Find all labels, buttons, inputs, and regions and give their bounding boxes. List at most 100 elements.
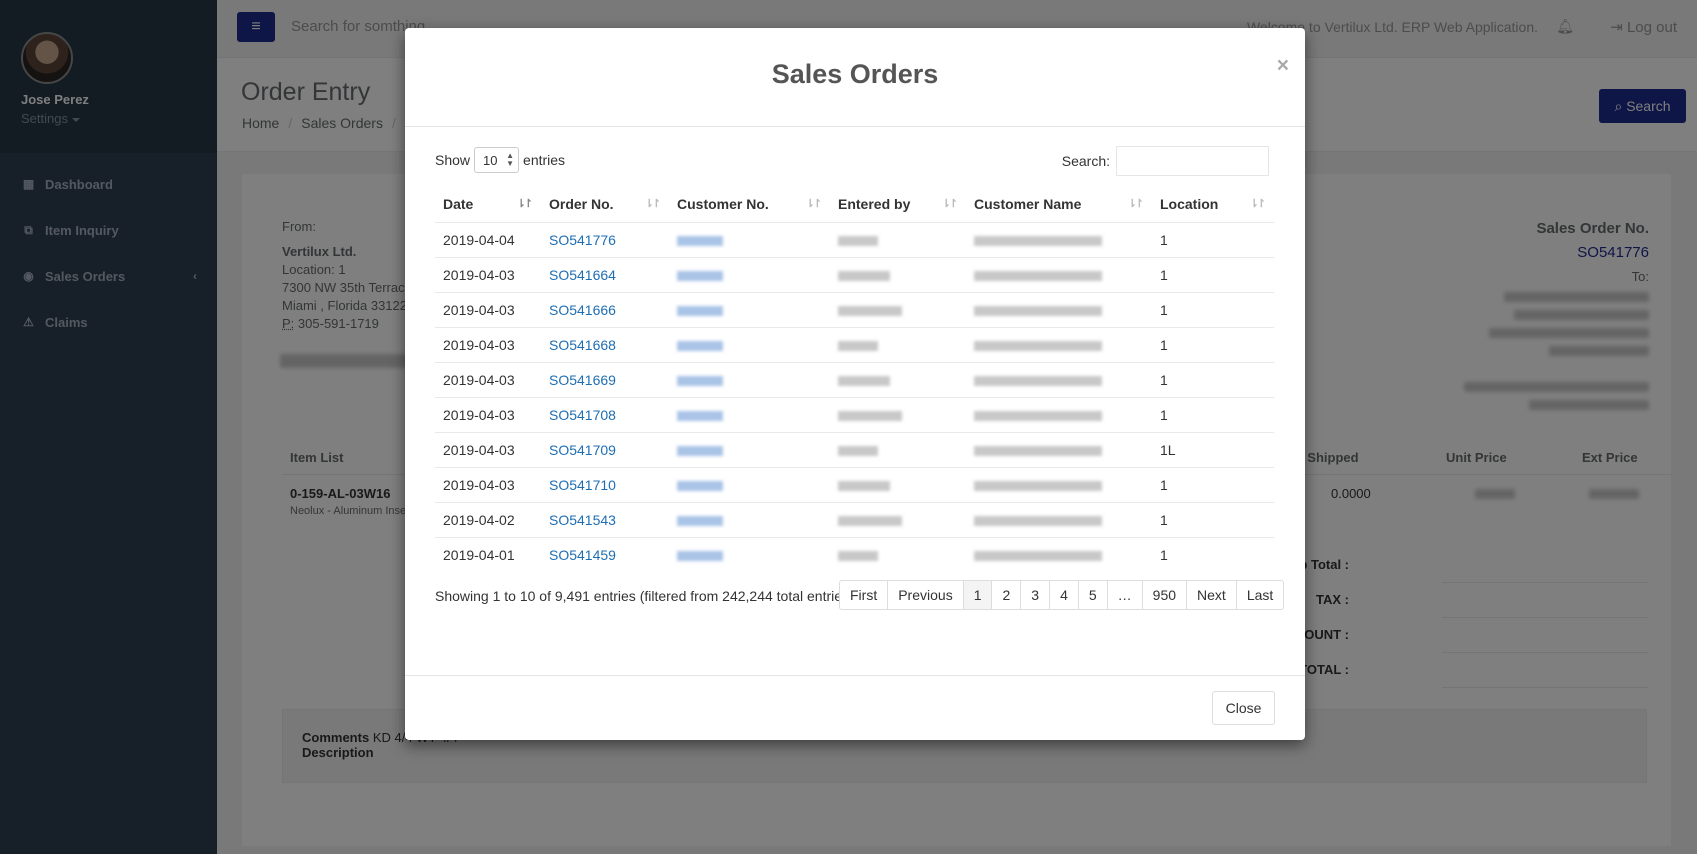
sort-icon: ⇂↾ (805, 198, 823, 210)
close-icon[interactable]: × (1277, 54, 1289, 78)
cell-customer-no (669, 536, 830, 572)
column-label: Customer Name (974, 196, 1082, 213)
cell-entered-by (830, 361, 966, 397)
cell-date: 2019-04-03 (435, 396, 541, 432)
cell-location: 1 (1152, 291, 1274, 327)
cell-customer-no (669, 291, 830, 327)
cell-order-no: SO541666 (541, 291, 669, 327)
sales-orders-table: Date ⇂↾ Order No. ⇂↾ Customer No. ⇂↾ Entere… (435, 187, 1274, 572)
page-button[interactable]: 1 (962, 580, 993, 610)
order-link[interactable]: SO541669 (549, 372, 616, 388)
column-label: Entered by (838, 196, 911, 213)
table-row[interactable]: 2019-04-03 SO541668 1 (435, 326, 1274, 362)
page-button[interactable]: Previous (887, 580, 964, 610)
column-label: Order No. (549, 196, 614, 213)
page-button[interactable]: 5 (1077, 580, 1108, 610)
table-row[interactable]: 2019-04-03 SO541669 1 (435, 361, 1274, 397)
cell-location: 1 (1152, 326, 1274, 362)
order-link[interactable]: SO541710 (549, 477, 616, 493)
redacted-entered-by (838, 410, 902, 421)
redacted-customer-name (974, 340, 1102, 351)
page-button[interactable]: Last (1235, 580, 1285, 610)
cell-order-no: SO541708 (541, 396, 669, 432)
cell-date: 2019-04-04 (435, 221, 541, 257)
modal-footer: Close (405, 675, 1305, 740)
column-label: Customer No. (677, 196, 769, 213)
redacted-customer-name (974, 551, 1102, 562)
show-label: Show (435, 152, 471, 168)
table-row[interactable]: 2019-04-02 SO541543 1 (435, 501, 1274, 537)
column-header-date[interactable]: Date ⇂↾ (435, 187, 541, 223)
column-header-customer-name[interactable]: Customer Name ⇂↾ (966, 187, 1152, 223)
order-link[interactable]: SO541708 (549, 407, 616, 423)
cell-customer-name (966, 221, 1152, 257)
redacted-entered-by (838, 515, 902, 526)
redacted-customer-no (677, 551, 723, 562)
table-search-input[interactable] (1116, 146, 1269, 176)
order-link[interactable]: SO541459 (549, 547, 616, 563)
cell-customer-no (669, 221, 830, 257)
column-header-entered-by[interactable]: Entered by ⇂↾ (830, 187, 966, 223)
redacted-customer-name (974, 445, 1102, 456)
sort-asc-icon: ⇂↾ (516, 198, 534, 210)
redacted-customer-name (974, 515, 1102, 526)
table-header-row: Date ⇂↾ Order No. ⇂↾ Customer No. ⇂↾ Entere… (435, 187, 1274, 223)
redacted-customer-name (974, 480, 1102, 491)
column-label: Location (1160, 196, 1219, 213)
table-row[interactable]: 2019-04-03 SO541709 1L (435, 431, 1274, 467)
cell-date: 2019-04-03 (435, 431, 541, 467)
page-button: … (1106, 580, 1143, 610)
table-row[interactable]: 2019-04-03 SO541664 1 (435, 256, 1274, 292)
cell-order-no: SO541776 (541, 221, 669, 257)
order-link[interactable]: SO541664 (549, 267, 616, 283)
cell-date: 2019-04-03 (435, 466, 541, 502)
order-link[interactable]: SO541543 (549, 512, 616, 528)
cell-date: 2019-04-01 (435, 536, 541, 572)
entries-label: entries (523, 152, 566, 168)
modal-body: Show 10 ▲ ▼ entries Search: Date ⇂↾ Order … (405, 127, 1305, 675)
redacted-customer-no (677, 270, 723, 281)
cell-customer-name (966, 466, 1152, 502)
column-header-customer-no[interactable]: Customer No. ⇂↾ (669, 187, 830, 223)
table-search-control: Search: (1062, 146, 1269, 176)
modal-header: Sales Orders × (405, 28, 1305, 127)
cell-location: 1L (1152, 431, 1274, 467)
cell-entered-by (830, 396, 966, 432)
table-row[interactable]: 2019-04-03 SO541708 1 (435, 396, 1274, 432)
cell-entered-by (830, 431, 966, 467)
page-button[interactable]: Next (1186, 580, 1237, 610)
redacted-customer-no (677, 445, 723, 456)
cell-location: 1 (1152, 221, 1274, 257)
order-link[interactable]: SO541709 (549, 442, 616, 458)
cell-date: 2019-04-03 (435, 361, 541, 397)
page-length-value: 10 (483, 152, 498, 168)
column-header-order-no[interactable]: Order No. ⇂↾ (541, 187, 669, 223)
table-row[interactable]: 2019-04-04 SO541776 1 (435, 221, 1274, 257)
cell-order-no: SO541668 (541, 326, 669, 362)
column-header-location[interactable]: Location ⇂↾ (1152, 187, 1274, 223)
cell-entered-by (830, 326, 966, 362)
order-link[interactable]: SO541776 (549, 232, 616, 248)
page-button[interactable]: 950 (1141, 580, 1188, 610)
order-link[interactable]: SO541666 (549, 302, 616, 318)
cell-order-no: SO541664 (541, 256, 669, 292)
page-length-control: Show 10 ▲ ▼ entries (435, 147, 565, 173)
order-link[interactable]: SO541668 (549, 337, 616, 353)
select-arrows-icon: ▲ ▼ (506, 151, 515, 168)
table-row[interactable]: 2019-04-03 SO541710 1 (435, 466, 1274, 502)
cell-entered-by (830, 256, 966, 292)
page-button[interactable]: First (839, 580, 889, 610)
redacted-customer-name (974, 270, 1102, 281)
table-body: 2019-04-04 SO541776 1 2019-04-03 SO541664 1 20… (435, 221, 1274, 572)
sort-icon: ⇂↾ (644, 198, 662, 210)
page-button[interactable]: 2 (991, 580, 1022, 610)
redacted-customer-no (677, 410, 723, 421)
table-row[interactable]: 2019-04-01 SO541459 1 (435, 536, 1274, 572)
close-button[interactable]: Close (1212, 691, 1275, 725)
cell-customer-no (669, 256, 830, 292)
table-row[interactable]: 2019-04-03 SO541666 1 (435, 291, 1274, 327)
page-length-select[interactable]: 10 ▲ ▼ (474, 147, 520, 173)
page-button[interactable]: 3 (1020, 580, 1051, 610)
page-button[interactable]: 4 (1049, 580, 1079, 610)
cell-customer-no (669, 431, 830, 467)
